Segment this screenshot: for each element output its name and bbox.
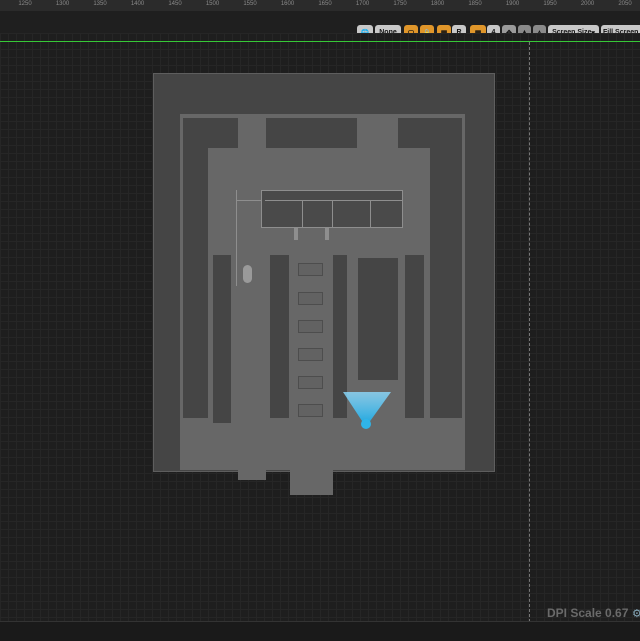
- bottom-bar: [0, 621, 640, 641]
- ruler-tick-label: 1900: [505, 1, 520, 7]
- ruler-tick-label: 1700: [355, 1, 370, 7]
- ruler-tick-label: 1500: [205, 1, 220, 7]
- screen-bound-guide: [529, 42, 530, 622]
- ruler-tick-label: 1350: [93, 1, 107, 7]
- dpi-settings-gear-icon[interactable]: ⚙: [632, 607, 640, 620]
- ruler-tick-label: 1450: [168, 1, 182, 7]
- ruler-tick-label: 1600: [280, 1, 295, 7]
- player-view-cone-icon: [343, 392, 391, 429]
- ruler-tick-label: 2000: [580, 1, 595, 7]
- ruler-tick-label: 1650: [318, 1, 332, 7]
- ruler-tick-label: 2050: [618, 1, 632, 7]
- ruler-tick-label: 1300: [55, 1, 70, 7]
- selection-line: [0, 41, 640, 42]
- ruler-tick-label: 1850: [468, 1, 482, 7]
- ruler-tick-label: 1800: [430, 1, 445, 7]
- ruler-tick-label: 1550: [243, 1, 257, 7]
- ruler-tick-label: 1400: [130, 1, 145, 7]
- ruler-tick-label: 1750: [393, 1, 407, 7]
- designer-toolbar: 🌐 None ▢ 🔒 ▦ R ▦ 4 ✥ ▲ ◭ Screen Size▾ Fi…: [0, 11, 640, 40]
- dpi-scale-label: DPI Scale 0.67: [547, 606, 629, 620]
- ruler-tick-label: 1250: [18, 1, 32, 7]
- ruler-tick-label: 1950: [543, 1, 557, 7]
